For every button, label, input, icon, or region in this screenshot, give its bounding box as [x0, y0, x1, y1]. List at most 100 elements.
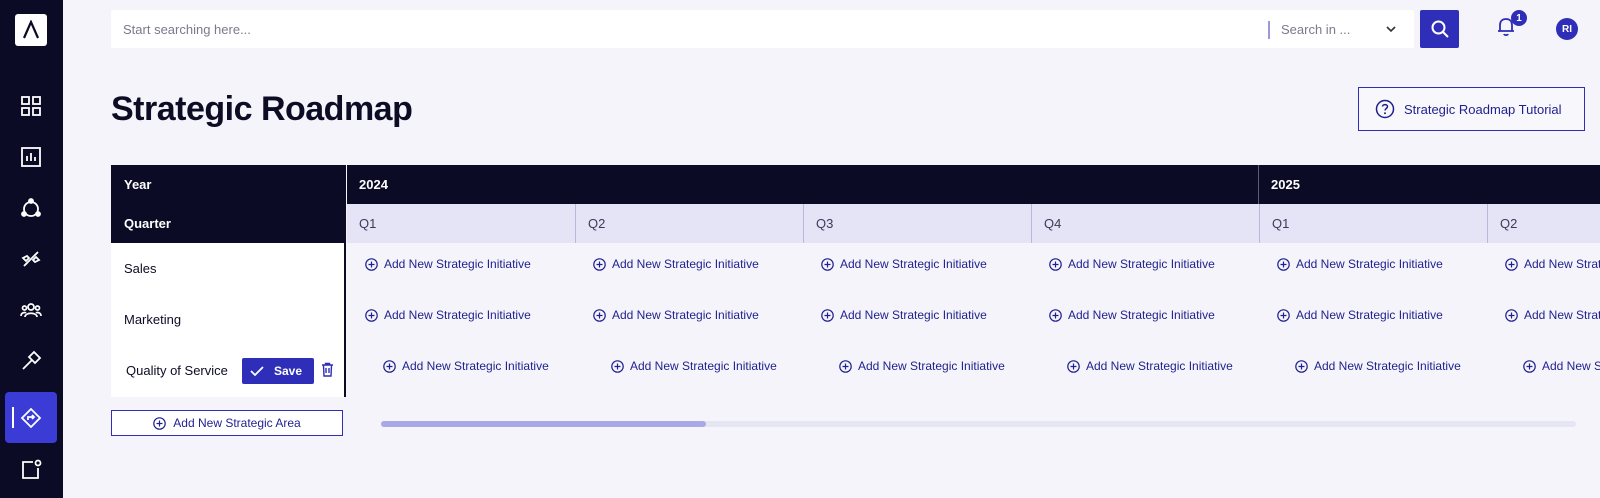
add-strategic-initiative-label: Add New Strategic Initiative [840, 308, 987, 322]
add-strategic-initiative-button[interactable]: Add New Strategic Initiative [1523, 359, 1600, 373]
year-header-label: Year [124, 177, 152, 192]
add-strategic-initiative-label: Add New Strategic Initiative [1296, 308, 1443, 322]
sidebar [0, 0, 63, 498]
tutorial-button-label: Strategic Roadmap Tutorial [1404, 101, 1562, 117]
strategic-area-name[interactable]: Marketing [111, 312, 181, 327]
user-avatar[interactable]: RI [1556, 18, 1578, 40]
add-strategic-area-button[interactable]: Add New Strategic Area [111, 410, 343, 436]
add-strategic-initiative-button[interactable]: Add New Strategic Initiative [1505, 257, 1600, 271]
plus-circle-icon [365, 308, 378, 322]
plus-circle-icon [839, 359, 852, 373]
plus-circle-icon [1295, 359, 1308, 373]
add-strategic-initiative-button[interactable]: Add New Strategic Initiative [1049, 308, 1215, 322]
add-strategic-initiative-label: Add New Strategic Initiative [1542, 359, 1600, 373]
quarter-cell: Q3 [803, 204, 1031, 243]
notification-count-badge: 1 [1511, 10, 1527, 26]
add-strategic-initiative-label: Add New Strategic Initiative [384, 308, 531, 322]
plus-circle-icon [1505, 257, 1518, 271]
plus-circle-icon [365, 257, 378, 271]
add-strategic-initiative-button[interactable]: Add New Strategic Initiative [1505, 308, 1600, 322]
add-strategic-initiative-button[interactable]: Add New Strategic Initiative [383, 359, 549, 373]
add-strategic-initiative-button[interactable]: Add New Strategic Initiative [365, 257, 531, 271]
plus-circle-icon [1049, 308, 1062, 322]
initiative-cells: Add New Strategic Initiative Add New Stra… [347, 243, 1600, 397]
strategic-area-row: Marketing [111, 294, 344, 345]
app-logo[interactable] [15, 14, 47, 46]
quarter-cell: Q4 [1031, 204, 1259, 243]
external-icon [22, 459, 42, 479]
search-scope-select[interactable]: Search in ... [1281, 10, 1411, 48]
plus-circle-icon [1277, 257, 1290, 271]
add-strategic-initiative-button[interactable]: Add New Strategic Initiative [1049, 257, 1215, 271]
year-cell: 2024 [359, 177, 388, 192]
year-cell: 2025 [1271, 177, 1300, 192]
plus-circle-icon [611, 359, 624, 373]
add-strategic-initiative-button[interactable]: Add New Strategic Initiative [1277, 308, 1443, 322]
add-strategic-initiative-button[interactable]: Add New Strategic Initiative [1277, 257, 1443, 271]
add-strategic-initiative-label: Add New Strategic Initiative [1314, 359, 1461, 373]
add-strategic-initiative-button[interactable]: Add New Strategic Initiative [365, 308, 531, 322]
nav-tools[interactable] [5, 335, 57, 386]
add-strategic-initiative-label: Add New Strategic Initiative [1524, 308, 1600, 322]
search-input[interactable] [123, 10, 1223, 48]
roadmap-grid: Year Quarter 2024 2025 Q1 Q2 Q3 Q4 Q1 Q2… [111, 165, 1600, 397]
nav-roadmap[interactable] [5, 392, 57, 443]
roadmap-icon [20, 407, 42, 428]
quarter-cell: Q2 [1487, 204, 1600, 243]
add-strategic-initiative-label: Add New Strategic Initiative [1086, 359, 1233, 373]
trash-icon[interactable] [321, 362, 334, 377]
add-strategic-initiative-label: Add New Strategic Initiative [1068, 257, 1215, 271]
strategic-area-row-editing: Quality of Service Save [111, 345, 344, 396]
plus-circle-icon [1523, 359, 1536, 373]
plus-circle-icon [153, 416, 167, 430]
nav-dashboard[interactable] [5, 80, 57, 131]
nav-team[interactable] [5, 284, 57, 335]
integrations-icon [21, 250, 41, 267]
plus-circle-icon [383, 359, 396, 373]
add-strategic-initiative-button[interactable]: Add New Strategic Initiative [593, 257, 759, 271]
strategic-area-name[interactable]: Sales [111, 261, 157, 276]
nav-integrations[interactable] [5, 233, 57, 284]
search-button[interactable] [1420, 10, 1459, 48]
strategic-area-row: Sales [111, 243, 344, 294]
add-strategic-initiative-label: Add New Strategic Initiative [612, 257, 759, 271]
strategic-area-name[interactable]: Quality of Service [111, 363, 228, 378]
quarter-cell: Q2 [575, 204, 803, 243]
add-strategic-initiative-label: Add New Strategic Initiative [840, 257, 987, 271]
add-strategic-initiative-label: Add New Strategic Initiative [1068, 308, 1215, 322]
add-strategic-initiative-button[interactable]: Add New Strategic Initiative [821, 257, 987, 271]
quarter-cell: Q1 [359, 216, 377, 231]
add-strategic-initiative-button[interactable]: Add New Strategic Initiative [593, 308, 759, 322]
add-strategic-initiative-button[interactable]: Add New Strategic Initiative [1067, 359, 1233, 373]
plus-circle-icon [1277, 308, 1290, 322]
add-strategic-initiative-label: Add New Strategic Initiative [1296, 257, 1443, 271]
add-strategic-initiative-button[interactable]: Add New Strategic Initiative [1295, 359, 1461, 373]
add-strategic-initiative-button[interactable]: Add New Strategic Initiative [611, 359, 777, 373]
help-icon [1375, 99, 1395, 119]
quarter-cell: Q1 [1259, 204, 1487, 243]
add-strategic-initiative-button[interactable]: Add New Strategic Initiative [821, 308, 987, 322]
plus-circle-icon [821, 257, 834, 271]
nav-reports[interactable] [5, 131, 57, 182]
scrollbar-thumb[interactable] [381, 421, 706, 427]
quarter-header-label: Quarter [124, 216, 171, 231]
add-strategic-initiative-label: Add New Strategic Initiative [384, 257, 531, 271]
grid-header-labels: Year Quarter [111, 165, 346, 243]
reports-icon [21, 146, 41, 167]
plus-circle-icon [821, 308, 834, 322]
strategic-areas-column: Sales Marketing Quality of Service Save [111, 243, 346, 397]
add-strategic-area-label: Add New Strategic Area [173, 416, 301, 430]
global-search-bar: Search in ... [111, 10, 1414, 48]
team-icon [20, 302, 42, 317]
quarter-header-row: Q1 Q2 Q3 Q4 Q1 Q2 [347, 204, 1600, 243]
save-button[interactable]: Save [242, 358, 314, 384]
nav-external[interactable] [5, 444, 57, 495]
tutorial-button[interactable]: Strategic Roadmap Tutorial [1358, 87, 1585, 131]
plus-circle-icon [1049, 257, 1062, 271]
nav-network[interactable] [5, 182, 57, 233]
add-strategic-initiative-label: Add New Strategic Initiative [612, 308, 759, 322]
save-button-label: Save [274, 364, 303, 378]
add-strategic-initiative-button[interactable]: Add New Strategic Initiative [839, 359, 1005, 373]
horizontal-scrollbar[interactable] [381, 421, 1576, 427]
plus-circle-icon [1067, 359, 1080, 373]
